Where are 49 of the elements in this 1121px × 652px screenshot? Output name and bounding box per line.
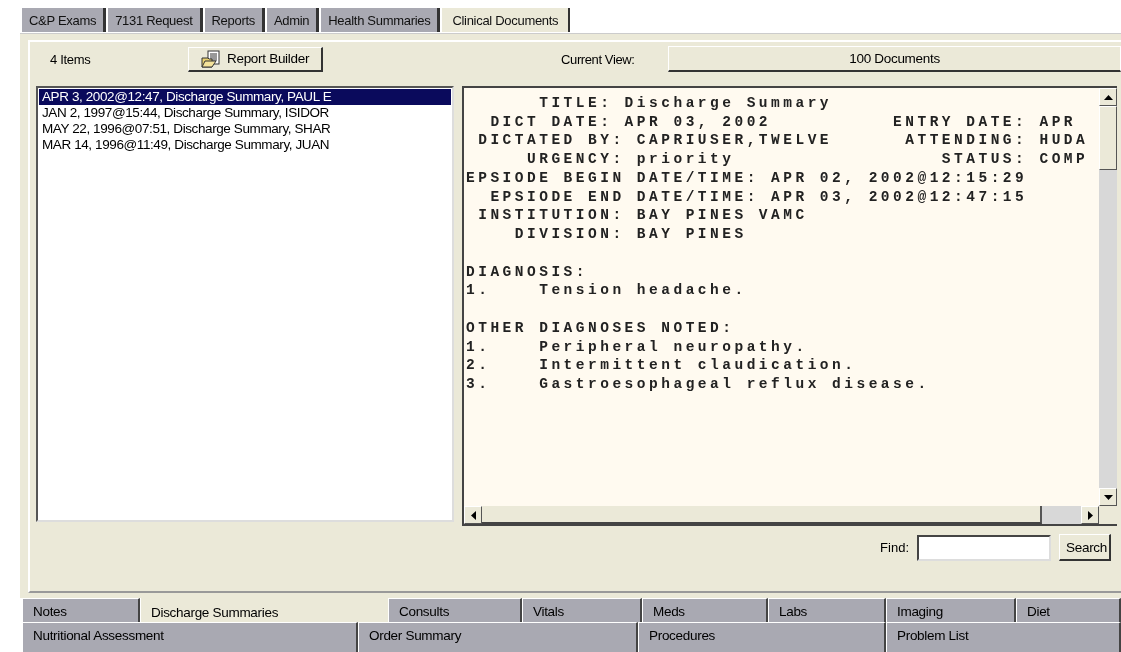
tab[interactable]: Imaging	[886, 598, 1016, 622]
find-label: Find:	[880, 540, 909, 555]
tab[interactable]: C&P Exams	[22, 8, 107, 32]
document-list-item[interactable]: MAR 14, 1996@11:49, Discharge Summary, JUAN	[39, 137, 451, 153]
folder-document-icon	[201, 49, 221, 68]
tab[interactable]: 7131 Request	[108, 8, 203, 32]
scroll-up-icon[interactable]	[1099, 88, 1117, 106]
scroll-right-icon[interactable]	[1081, 506, 1099, 524]
report-text-line: 2. Intermittent claudication.	[466, 356, 857, 376]
tab[interactable]: Meds	[642, 598, 768, 622]
tab[interactable]: Order Summary	[358, 622, 638, 652]
report-text-line: EPSIODE BEGIN DATE/TIME: APR 02, 2002@12:15:29	[466, 168, 1028, 188]
tab[interactable]: Problem List	[886, 622, 1121, 652]
tab[interactable]: Nutritional Assessment	[22, 622, 358, 652]
report-text-line: 3. Gastroesophageal reflux disease.	[466, 375, 930, 394]
report-text-line: DICT DATE: APR 03, 2002 ENTRY DATE: APR	[489, 112, 1077, 132]
report-text-line: INSTITUTION: BAY PINES VAMC	[477, 206, 808, 225]
tab[interactable]: Diet	[1016, 598, 1121, 622]
document-list-item[interactable]: APR 3, 2002@12:47, Discharge Summary, PAUL E	[39, 89, 451, 105]
report-text-line: DIAGNOSIS:	[466, 262, 588, 282]
find-field[interactable]	[917, 534, 1051, 561]
current-view-label: Current View:	[561, 51, 636, 67]
scroll-down-icon[interactable]	[1099, 488, 1117, 506]
current-view-button[interactable]: 100 Documents	[668, 46, 1121, 72]
tab[interactable]: Notes	[22, 598, 140, 622]
tab[interactable]: Admin	[266, 8, 320, 32]
report-text-line: 1. Tension headache.	[466, 281, 747, 301]
tab[interactable]: Labs	[768, 598, 886, 622]
tab[interactable]: Procedures	[638, 622, 886, 652]
tab[interactable]: Clinical Documents	[442, 8, 571, 32]
report-text-line: DICTATED BY: CAPRIUSER,TWELVE ATTENDING: HUDA	[477, 131, 1089, 151]
tab[interactable]: Vitals	[522, 598, 642, 622]
report-text-line: URGENCY: priority STATUS: COMP	[526, 150, 1089, 169]
tab[interactable]: Health Summaries	[321, 8, 441, 32]
report-text-line: OTHER DIAGNOSES NOTED:	[466, 319, 735, 338]
tab[interactable]: Consults	[388, 598, 522, 622]
tab[interactable]: Discharge Summaries	[140, 598, 388, 622]
report-text-line: EPSIODE END DATE/TIME: APR 03, 2002@12:47:15	[489, 187, 1028, 207]
tab[interactable]: Reports	[204, 8, 265, 32]
report-text-line: TITLE: Discharge Summary	[538, 94, 833, 113]
search-button[interactable]: Search	[1059, 534, 1111, 561]
vertical-scrollbar[interactable]	[1099, 88, 1117, 506]
report-text-line: DIVISION: BAY PINES	[513, 224, 747, 244]
scroll-left-icon[interactable]	[464, 506, 482, 524]
report-text-line: 1. Peripheral neuropathy.	[466, 337, 808, 357]
document-list-item[interactable]: JAN 2, 1997@15:44, Discharge Summary, ISIDOR	[39, 105, 451, 121]
document-list-item[interactable]: MAY 22, 1996@07:51, Discharge Summary, SHAR	[39, 121, 451, 137]
item-count: 4 Items	[49, 51, 92, 67]
report-builder-button[interactable]: Report Builder	[188, 46, 324, 72]
